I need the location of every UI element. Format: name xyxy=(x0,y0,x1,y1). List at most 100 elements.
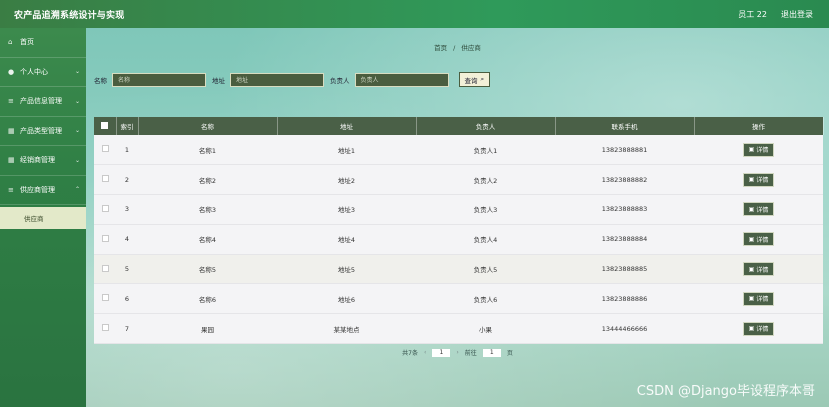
row-checkbox[interactable] xyxy=(101,175,109,183)
cell-person: 负责人6 xyxy=(473,295,498,304)
detail-button[interactable]: ▣ 详情 xyxy=(742,262,775,277)
app-title: 农产品追溯系统设计与实现 xyxy=(14,10,125,21)
cell-index: 1 xyxy=(124,145,130,154)
cell-address: 某某地点 xyxy=(333,325,360,334)
sidebar: ⌂ 首页 ● 个人中心 ⌄ ≡ 产品信息管理 ⌄ ▦ 产品类型管理 ⌄ ▦ 经销… xyxy=(0,28,86,407)
sidebar-item-label: 产品类型管理 xyxy=(20,126,62,135)
cell-index: 6 xyxy=(124,294,130,303)
cell-index: 7 xyxy=(124,324,130,333)
address-label: 地址 xyxy=(212,76,225,85)
chevron-down-icon: ⌄ xyxy=(74,127,80,135)
detail-button-label: 详情 xyxy=(756,326,769,334)
detail-button[interactable]: ▣ 详情 xyxy=(742,321,775,336)
pager-total: 共7条 xyxy=(402,350,418,357)
cell-phone: 13823888882 xyxy=(601,175,648,184)
detail-icon: ▣ xyxy=(748,235,755,243)
table-row: 6 名称6 地址6 负责人6 13823888886 ▣ 详情 xyxy=(94,283,823,314)
cell-index: 5 xyxy=(124,265,130,274)
logout-link[interactable]: 退出登录 xyxy=(781,9,813,20)
row-checkbox[interactable] xyxy=(101,324,109,332)
sidebar-item-dealer[interactable]: ▦ 经销商管理 ⌄ xyxy=(0,146,86,176)
pager-current-page[interactable]: 1 xyxy=(432,348,451,357)
header-person: 负责人 xyxy=(416,117,556,135)
list-icon: ≡ xyxy=(8,97,14,106)
header-name: 名称 xyxy=(138,117,278,135)
detail-button[interactable]: ▣ 详情 xyxy=(742,172,775,187)
sidebar-item-home[interactable]: ⌂ 首页 xyxy=(0,28,86,58)
sidebar-item-label: 首页 xyxy=(20,38,34,47)
pager-goto-input[interactable]: 1 xyxy=(482,348,501,357)
sidebar-item-label: 供应商管理 xyxy=(20,185,55,194)
cell-phone: 13823888881 xyxy=(601,145,648,154)
cell-name: 名称1 xyxy=(198,146,217,155)
detail-icon: ▣ xyxy=(748,146,755,154)
pagination: 共7条 ‹ 1 › 前往 1 页 xyxy=(86,348,829,357)
person-label: 负责人 xyxy=(330,76,350,85)
watermark: CSDN @Django毕设程序本哥 xyxy=(636,384,815,399)
table-row: 3 名称3 地址3 负责人3 13823888883 ▣ 详情 xyxy=(94,194,823,225)
person-input[interactable]: 负责人 xyxy=(354,72,449,87)
search-button[interactable]: 查询 ⌕ xyxy=(458,72,491,87)
sidebar-item-product-type[interactable]: ▦ 产品类型管理 ⌄ xyxy=(0,117,86,146)
breadcrumb-home[interactable]: 首页 xyxy=(434,44,447,52)
cell-person: 负责人1 xyxy=(473,146,498,155)
chevron-down-icon: ⌄ xyxy=(74,68,80,76)
row-checkbox[interactable] xyxy=(101,294,109,302)
row-checkbox[interactable] xyxy=(101,145,109,153)
table-row: 5 名称5 地址5 负责人5 13823888885 ▣ 详情 xyxy=(94,254,823,284)
detail-icon: ▣ xyxy=(748,265,755,273)
detail-button[interactable]: ▣ 详情 xyxy=(742,142,775,157)
sidebar-item-product-info[interactable]: ≡ 产品信息管理 ⌄ xyxy=(0,87,86,117)
pager-next-button[interactable]: › xyxy=(456,349,458,356)
cell-name: 名称3 xyxy=(198,206,217,215)
sidebar-item-supplier[interactable]: ≡ 供应商管理 ⌃ xyxy=(0,176,86,205)
detail-icon: ▣ xyxy=(748,325,755,333)
sidebar-subitem-supplier[interactable]: 供应商 xyxy=(0,207,86,229)
top-bar: 农产品追溯系统设计与实现 员工 22 退出登录 xyxy=(0,0,829,28)
detail-button-label: 详情 xyxy=(756,206,769,214)
pager-page-suffix: 页 xyxy=(506,350,513,357)
current-user: 员工 22 xyxy=(738,9,767,19)
cell-person: 负责人4 xyxy=(473,236,498,245)
home-icon: ⌂ xyxy=(8,38,13,47)
name-label: 名称 xyxy=(94,76,107,85)
pager-goto-label: 前往 xyxy=(464,350,477,357)
detail-icon: ▣ xyxy=(748,205,755,213)
user-icon: ● xyxy=(8,67,15,76)
cell-name: 名称5 xyxy=(198,266,217,275)
search-bar: 名称 名称 地址 地址 负责人 负责人 查询 ⌕ xyxy=(94,72,491,87)
select-all-checkbox[interactable] xyxy=(101,121,109,129)
pager-prev-button[interactable]: ‹ xyxy=(424,349,426,356)
cell-name: 名称2 xyxy=(198,176,217,185)
cell-address: 地址6 xyxy=(337,295,356,304)
chevron-up-icon: ⌃ xyxy=(74,186,80,194)
cell-index: 4 xyxy=(124,235,130,244)
search-button-label: 查询 xyxy=(464,76,478,85)
search-icon: ⌕ xyxy=(480,75,485,83)
select-all-checkbox-cell[interactable] xyxy=(94,117,117,135)
row-checkbox[interactable] xyxy=(101,234,109,242)
detail-button-label: 详情 xyxy=(756,296,769,304)
cell-phone: 13823888884 xyxy=(601,235,648,244)
sidebar-item-label: 个人中心 xyxy=(20,67,48,76)
cell-name: 果园 xyxy=(201,325,214,334)
cell-address: 地址4 xyxy=(337,236,356,245)
sidebar-item-profile[interactable]: ● 个人中心 ⌄ xyxy=(0,58,86,87)
sidebar-item-label: 经销商管理 xyxy=(20,156,55,165)
table-row: 1 名称1 地址1 负责人1 13823888881 ▣ 详情 xyxy=(94,135,823,165)
detail-button[interactable]: ▣ 详情 xyxy=(742,232,775,247)
chevron-down-icon: ⌄ xyxy=(74,156,80,164)
row-checkbox[interactable] xyxy=(101,204,109,212)
cell-person: 负责人5 xyxy=(473,266,498,275)
row-checkbox[interactable] xyxy=(101,264,109,272)
address-input[interactable]: 地址 xyxy=(230,72,324,87)
detail-button[interactable]: ▣ 详情 xyxy=(742,202,775,217)
table-row: 7 果园 某某地点 小果 13444466666 ▣ 详情 xyxy=(94,313,823,344)
cell-name: 名称6 xyxy=(198,295,217,304)
cell-address: 地址2 xyxy=(337,176,356,185)
detail-button[interactable]: ▣ 详情 xyxy=(742,291,775,306)
cell-index: 3 xyxy=(124,205,130,214)
detail-button-label: 详情 xyxy=(756,177,769,185)
breadcrumb: 首页 / 供应商 xyxy=(86,42,829,52)
name-input[interactable]: 名称 xyxy=(112,72,206,87)
